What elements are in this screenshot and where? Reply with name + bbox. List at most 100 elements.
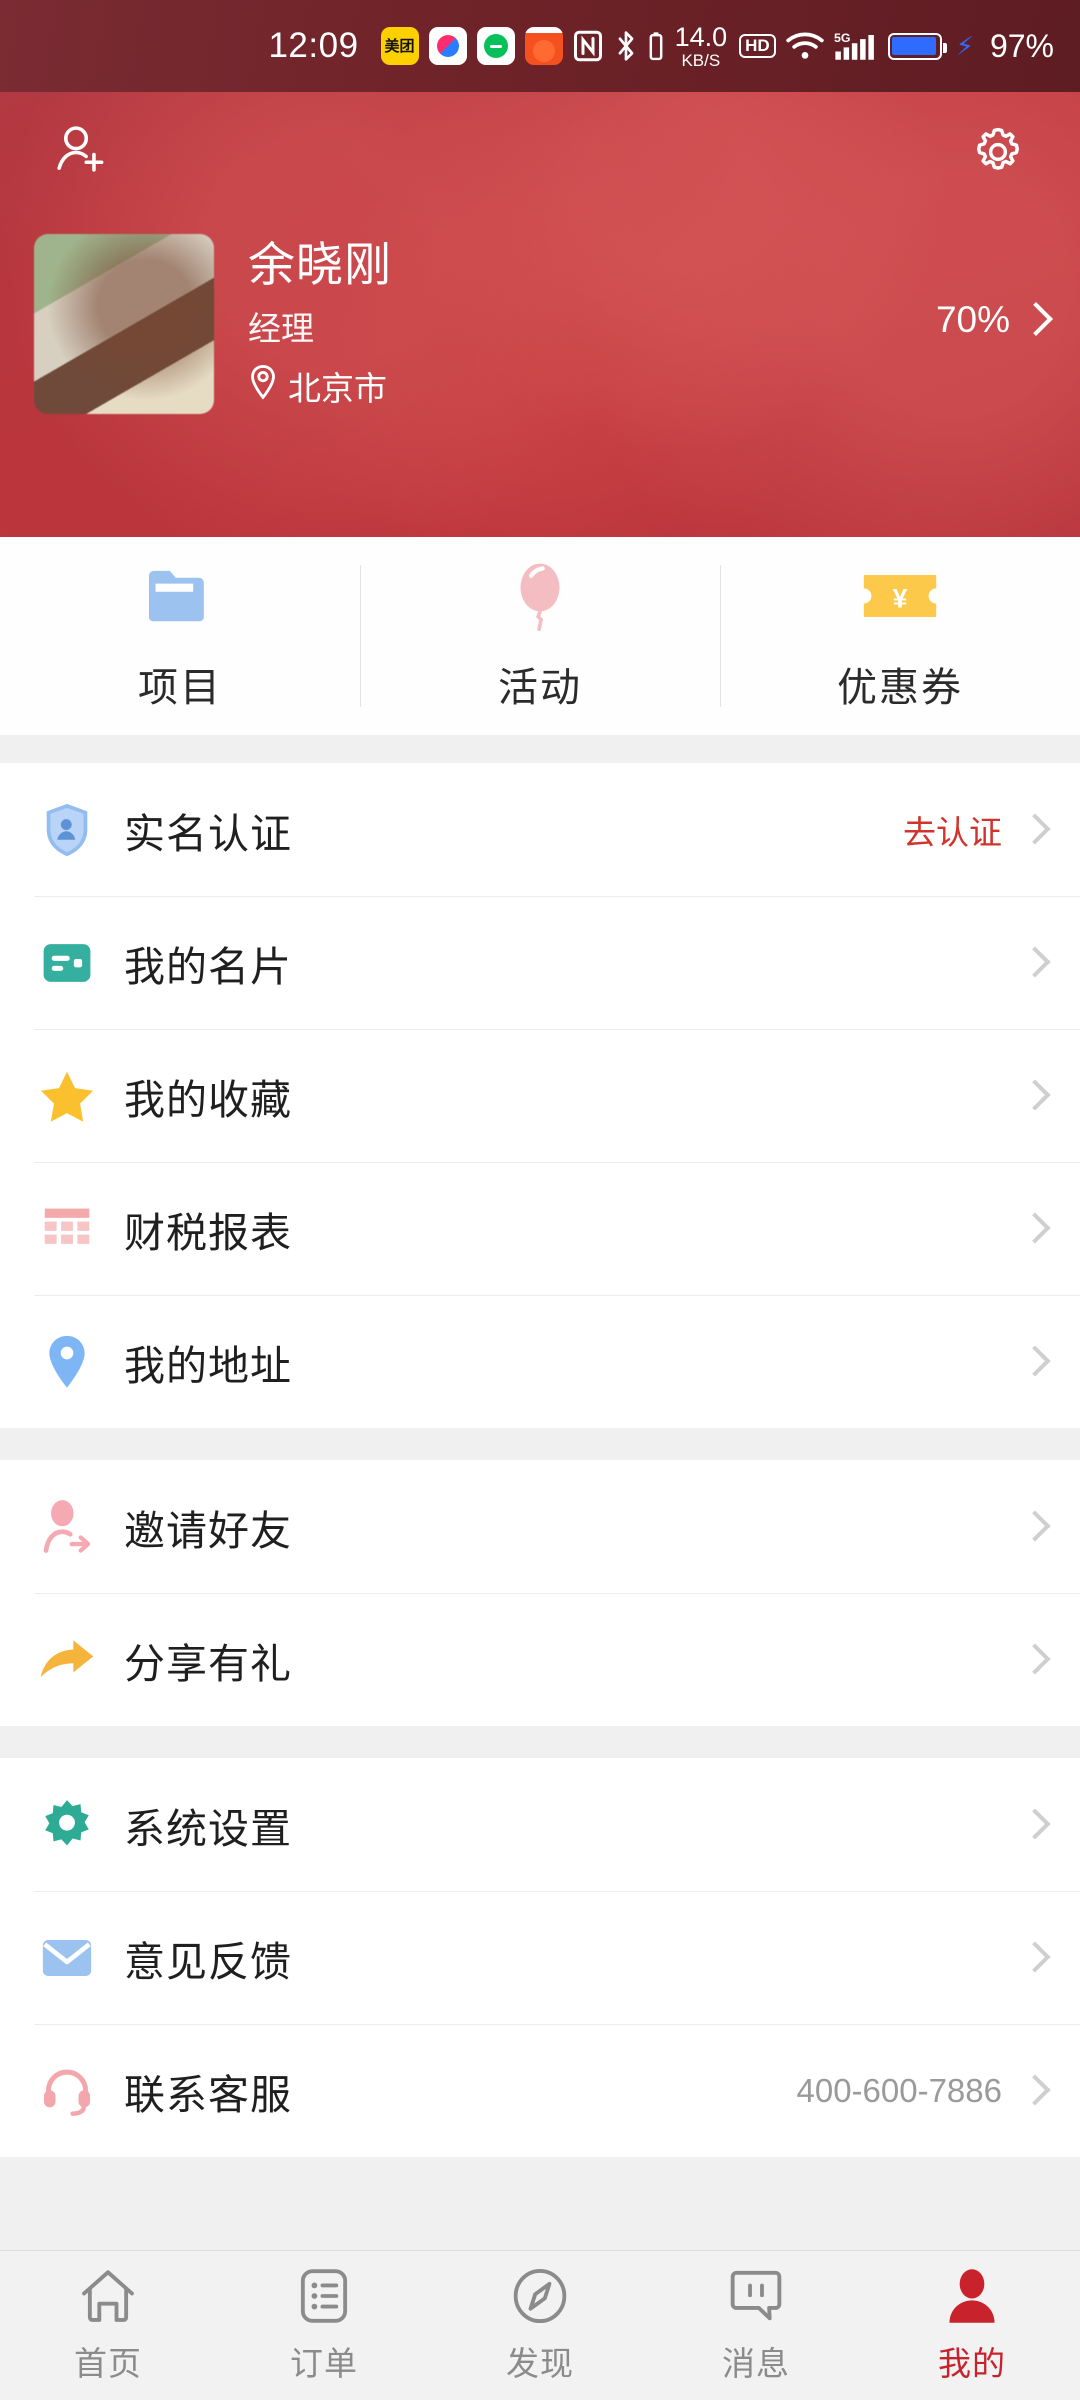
quick-action-label: 活动 — [498, 666, 582, 710]
chevron-right-icon — [1024, 2077, 1040, 2105]
section-gap — [0, 1428, 1080, 1460]
quick-actions-bar: 项目 活动 ¥ 优惠券 — [0, 537, 1080, 735]
menu-item-share-gift[interactable]: 分享有礼 — [0, 1593, 1080, 1726]
folder-icon — [145, 559, 215, 633]
chevron-right-icon — [1024, 816, 1040, 844]
chevron-right-icon — [1024, 1215, 1040, 1243]
chevron-right-icon — [1024, 1646, 1040, 1674]
quick-action-coupon[interactable]: ¥ 优惠券 — [720, 537, 1080, 735]
profile-location-label: 北京市 — [288, 370, 387, 408]
app-root: 12:09 美团 14.0 KB/S HD 5G ⚡ 97% 余晓刚 经理 北京… — [0, 0, 1080, 2400]
balloon-icon — [509, 559, 571, 633]
menu-item-label: 分享有礼 — [124, 1640, 292, 1687]
pinduoduo-icon — [428, 27, 467, 65]
profile-card[interactable]: 余晓刚 经理 北京市 70% — [0, 234, 1080, 414]
menu-group-social: 邀请好友 分享有礼 — [0, 1460, 1080, 1726]
tab-label: 首页 — [74, 2344, 142, 2382]
shield-verify-icon — [34, 801, 100, 859]
svg-text:¥: ¥ — [893, 583, 908, 613]
battery-percent-label: 97% — [989, 27, 1054, 64]
star-icon — [34, 1069, 100, 1123]
quick-action-label: 优惠券 — [837, 666, 963, 710]
order-list-icon — [299, 2267, 349, 2325]
quick-action-activity[interactable]: 活动 — [360, 537, 720, 735]
menu-item-value[interactable]: 去认证 — [903, 806, 1002, 854]
invite-friend-icon — [34, 1498, 100, 1556]
menu-item-finance-report[interactable]: 财税报表 — [0, 1162, 1080, 1295]
menu-item-label: 我的名片 — [124, 943, 292, 990]
nfc-icon — [573, 29, 603, 63]
coupon-icon: ¥ — [860, 559, 940, 633]
chevron-right-icon — [1024, 304, 1042, 336]
headset-icon — [34, 2065, 100, 2117]
bottom-tab-bar: 首页 订单 发现 消息 我的 — [0, 2250, 1080, 2400]
menu-item-feedback[interactable]: 意见反馈 — [0, 1891, 1080, 2024]
profile-role: 经理 — [248, 310, 314, 348]
section-gap — [0, 1726, 1080, 1758]
map-pin-icon — [34, 1333, 100, 1391]
menu-item-system-settings[interactable]: 系统设置 — [0, 1758, 1080, 1891]
menu-item-business-card[interactable]: 我的名片 — [0, 896, 1080, 1029]
tab-orders[interactable]: 订单 — [216, 2267, 432, 2385]
menu-item-label: 系统设置 — [124, 1805, 292, 1852]
chevron-right-icon — [1024, 1348, 1040, 1376]
tab-label: 我的 — [938, 2344, 1006, 2382]
profile-header: 余晓刚 经理 北京市 70% — [0, 92, 1080, 537]
message-app-icon — [476, 27, 515, 65]
signal-5g-icon: 5G — [834, 29, 878, 63]
menu-group-account: 实名认证 去认证 我的名片 我的收藏 财税报表 我的地址 — [0, 763, 1080, 1428]
quick-action-project[interactable]: 项目 — [0, 537, 360, 735]
business-card-icon — [34, 936, 100, 990]
quick-action-label: 项目 — [138, 666, 222, 710]
tab-label: 订单 — [290, 2344, 358, 2382]
chat-bubble-icon — [728, 2267, 784, 2325]
chevron-right-icon — [1024, 1811, 1040, 1839]
chevron-right-icon — [1024, 1513, 1040, 1541]
profile-info: 余晓刚 经理 北京市 — [248, 238, 936, 411]
network-speed-value: 14.0 — [674, 21, 728, 52]
menu-item-invite-friends[interactable]: 邀请好友 — [0, 1460, 1080, 1593]
user-icon — [946, 2267, 998, 2325]
taobao-icon — [524, 27, 563, 65]
chevron-right-icon — [1024, 949, 1040, 977]
menu-item-label: 邀请好友 — [124, 1507, 292, 1554]
section-gap — [0, 735, 1080, 763]
compass-icon — [512, 2267, 568, 2325]
meituan-icon: 美团 — [380, 27, 419, 65]
gear-icon[interactable] — [966, 120, 1030, 184]
bluetooth-device-battery-icon — [649, 31, 663, 61]
gear-icon — [34, 1798, 100, 1852]
menu-item-value[interactable]: 400-600-7886 — [796, 2072, 1002, 2110]
tab-messages[interactable]: 消息 — [648, 2267, 864, 2385]
tab-label: 消息 — [722, 2344, 790, 2382]
add-user-icon[interactable] — [50, 120, 114, 184]
menu-item-label: 联系客服 — [124, 2071, 292, 2118]
menu-group-system: 系统设置 意见反馈 联系客服 400-600-7886 — [0, 1758, 1080, 2157]
network-speed-unit: KB/S — [681, 50, 721, 70]
profile-completion-value: 70% — [935, 299, 1010, 340]
menu-item-realname-verify[interactable]: 实名认证 去认证 — [0, 763, 1080, 896]
menu-item-label: 我的地址 — [124, 1342, 292, 1389]
profile-completion[interactable]: 70% — [936, 299, 1042, 349]
envelope-icon — [34, 1934, 100, 1982]
bluetooth-icon — [613, 29, 639, 63]
profile-name: 余晓刚 — [248, 237, 392, 291]
tab-profile[interactable]: 我的 — [864, 2267, 1080, 2385]
tab-home[interactable]: 首页 — [0, 2267, 216, 2385]
network-speed-indicator: 14.0 KB/S — [674, 21, 728, 70]
hd-icon: HD — [739, 34, 776, 58]
menu-item-contact-support[interactable]: 联系客服 400-600-7886 — [0, 2024, 1080, 2157]
menu-item-label: 实名认证 — [124, 810, 292, 857]
tab-discover[interactable]: 发现 — [432, 2267, 648, 2385]
menu-item-my-address[interactable]: 我的地址 — [0, 1295, 1080, 1428]
lightning-bolt-icon: ⚡ — [955, 30, 974, 61]
menu-item-label: 财税报表 — [124, 1209, 292, 1256]
header-toolbar — [0, 92, 1080, 212]
profile-location: 北京市 — [248, 362, 936, 410]
menu-item-favorites[interactable]: 我的收藏 — [0, 1029, 1080, 1162]
table-report-icon — [34, 1203, 100, 1255]
page-filler — [0, 2157, 1080, 2250]
menu-item-label: 意见反馈 — [124, 1938, 292, 1985]
chevron-right-icon — [1024, 1082, 1040, 1110]
avatar[interactable] — [34, 234, 214, 414]
